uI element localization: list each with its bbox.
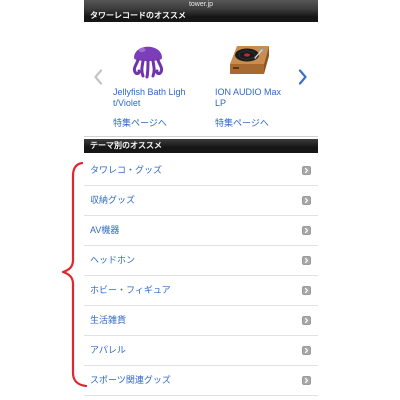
link-arrow-icon	[302, 376, 311, 385]
link-arrow-icon	[302, 316, 311, 325]
theme-item-label: AV機器	[90, 225, 120, 235]
link-arrow-icon	[302, 226, 311, 235]
theme-item-hobby-figures[interactable]: ホビー・フィギュア	[84, 276, 318, 306]
theme-item-label: 生活雑貨	[90, 315, 127, 325]
jellyfish-lamp-image[interactable]	[130, 38, 166, 80]
theme-item-label: ヘッドホン	[90, 255, 136, 265]
theme-item-label: アパレル	[90, 345, 126, 355]
theme-item-lifestyle-goods[interactable]: 生活雑貨	[84, 306, 318, 336]
link-arrow-icon	[302, 286, 311, 295]
carousel-item: ION AUDIO Max LP 特集ページへ	[215, 22, 289, 136]
theme-item-tower-records-goods[interactable]: タワレコ・グッズ	[84, 156, 318, 186]
theme-item-storage-goods[interactable]: 収納グッズ	[84, 186, 318, 216]
chevron-right-icon	[298, 69, 308, 85]
feature-page-link[interactable]: 特集ページへ	[215, 118, 269, 129]
feature-page-link[interactable]: 特集ページへ	[113, 118, 167, 129]
theme-item-apparel[interactable]: アパレル	[84, 336, 318, 366]
url-text: tower.jp	[188, 1, 214, 8]
theme-item-label: スポーツ関連グッズ	[90, 375, 171, 385]
address-bar[interactable]: tower.jp	[84, 0, 318, 9]
chevron-left-icon	[93, 69, 103, 85]
product-name-link[interactable]: ION AUDIO Max LP	[215, 87, 288, 109]
mobile-page: tower.jp タワーレコードのオススメ Jellyfish Bath Lig…	[84, 0, 318, 400]
product-name-link[interactable]: Jellyfish Bath Light/Violet	[113, 87, 186, 109]
link-arrow-icon	[302, 196, 311, 205]
featured-heading: タワーレコードのオススメ	[84, 9, 318, 22]
link-arrow-icon	[302, 346, 311, 355]
theme-item-label: タワレコ・グッズ	[90, 165, 163, 175]
link-arrow-icon	[302, 256, 311, 265]
carousel-next-button[interactable]	[298, 69, 308, 85]
featured-carousel: Jellyfish Bath Light/Violet 特集ページへ ION A…	[84, 22, 318, 136]
theme-item-headphones[interactable]: ヘッドホン	[84, 246, 318, 276]
link-arrow-icon	[302, 166, 311, 175]
theme-item-label: ホビー・フィギュア	[90, 285, 171, 295]
turntable-image[interactable]	[228, 41, 270, 79]
theme-item-av-equipment[interactable]: AV機器	[84, 216, 318, 246]
section-divider	[84, 136, 318, 137]
theme-item-label: 収納グッズ	[90, 195, 136, 205]
carousel-item: Jellyfish Bath Light/Violet 特集ページへ	[113, 22, 187, 136]
themes-heading: テーマ別のオススメ	[84, 139, 318, 153]
theme-list: タワレコ・グッズ 収納グッズ AV機器 ヘッドホン ホビー・フィギュア 生活雑貨…	[84, 156, 318, 396]
theme-item-sports-goods[interactable]: スポーツ関連グッズ	[84, 366, 318, 396]
carousel-prev-button[interactable]	[93, 69, 103, 85]
